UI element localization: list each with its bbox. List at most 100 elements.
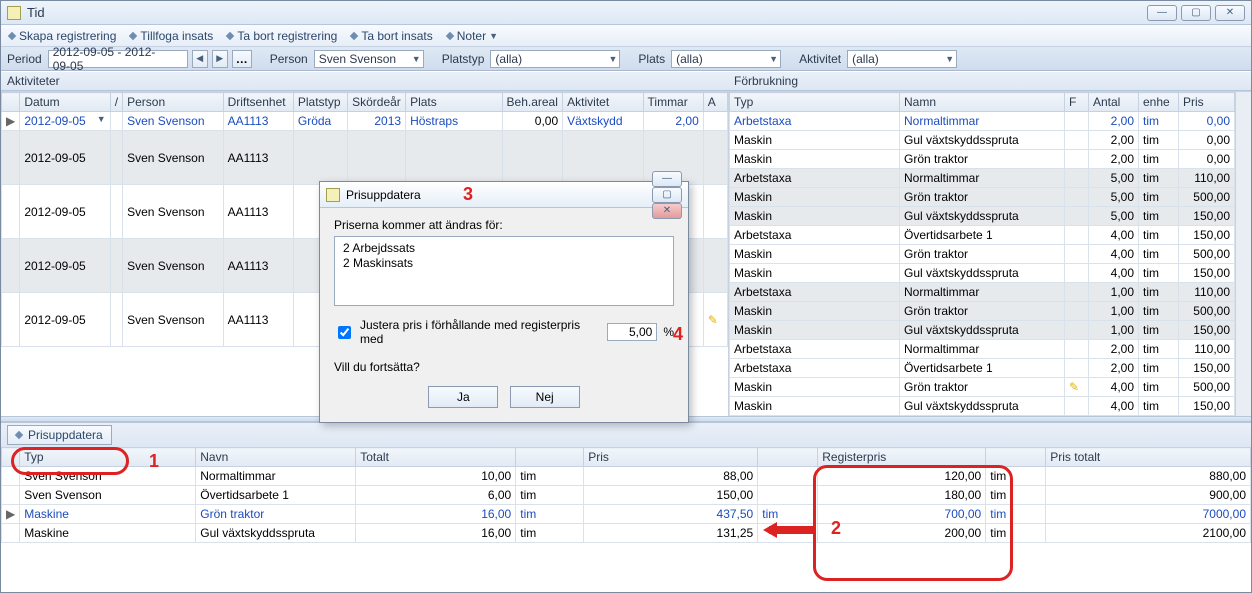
toolbar-skapa-registrering[interactable]: Skapa registrering <box>9 29 116 43</box>
left-section-header: Aktiviteter <box>1 71 728 91</box>
minimize-button[interactable]: — <box>1147 5 1177 21</box>
period-label: Period <box>7 52 42 66</box>
column-header[interactable]: Driftsenhet <box>223 93 293 112</box>
column-header[interactable]: Registerpris <box>818 448 986 467</box>
period-prev-button[interactable]: ◀ <box>192 50 208 68</box>
table-row[interactable]: ▶2012-09-05▼Sven SvensonAA1113Gröda2013H… <box>2 112 728 131</box>
list-item: 2 Arbejdssats <box>343 241 665 256</box>
column-header[interactable] <box>516 448 584 467</box>
prisuppdatera-button[interactable]: Prisuppdatera <box>7 425 112 445</box>
plats-field[interactable]: (alla)▼ <box>671 50 781 68</box>
platstyp-label: Platstyp <box>442 52 485 66</box>
table-row[interactable]: ArbetstaxaÖvertidsarbete 12,00tim150,00 <box>730 359 1235 378</box>
column-header[interactable]: Totalt <box>356 448 516 467</box>
column-header[interactable] <box>986 448 1046 467</box>
app-icon <box>7 6 21 20</box>
column-header[interactable]: Pris <box>584 448 758 467</box>
column-header[interactable]: Plats <box>406 93 502 112</box>
period-next-button[interactable]: ▶ <box>212 50 228 68</box>
column-header[interactable] <box>2 93 20 112</box>
table-row[interactable]: ▶MaskineGrön traktor16,00tim437,50tim700… <box>2 505 1251 524</box>
person-field[interactable]: Sven Svenson▼ <box>314 50 424 68</box>
column-header[interactable]: Beh.areal <box>502 93 563 112</box>
filter-bar: Period 2012-09-05 - 2012-09-05 ◀ ▶ … Per… <box>1 47 1251 71</box>
platstyp-field[interactable]: (alla)▼ <box>490 50 620 68</box>
column-header[interactable]: Pris <box>1179 93 1235 112</box>
table-row[interactable]: 2012-09-05Sven SvensonAA1113 <box>2 131 728 185</box>
column-header[interactable]: Navn <box>196 448 356 467</box>
column-header[interactable] <box>758 448 818 467</box>
column-header[interactable]: Aktivitet <box>563 93 643 112</box>
column-header[interactable]: Typ <box>20 448 196 467</box>
table-row[interactable]: Sven SvensonNormaltimmar10,00tim88,00120… <box>2 467 1251 486</box>
diamond-icon <box>8 31 16 39</box>
table-row[interactable]: MaskinGrön traktor✎4,00tim500,00 <box>730 378 1235 397</box>
table-row[interactable]: MaskinGul växtskyddsspruta5,00tim150,00 <box>730 207 1235 226</box>
dialog-items-list: 2 Arbejdssats 2 Maskinsats <box>334 236 674 306</box>
no-button[interactable]: Nej <box>510 386 580 408</box>
toolbar-ta-bort-registrering[interactable]: Ta bort registrering <box>227 29 337 43</box>
table-row[interactable]: Sven SvensonÖvertidsarbete 16,00tim150,0… <box>2 486 1251 505</box>
main-toolbar: Skapa registrering Tillfoga insats Ta bo… <box>1 25 1251 47</box>
table-row[interactable]: ArbetstaxaNormaltimmar5,00tim110,00 <box>730 169 1235 188</box>
consumption-grid[interactable]: TypNamnFAntalenhePris ArbetstaxaNormalti… <box>729 92 1235 416</box>
table-row[interactable]: MaskinGul växtskyddsspruta2,00tim0,00 <box>730 131 1235 150</box>
table-row[interactable]: ArbetstaxaNormaltimmar1,00tim110,00 <box>730 283 1235 302</box>
column-header[interactable]: Datum <box>20 93 110 112</box>
window-title: Tid <box>27 5 45 20</box>
toolbar-tillfoga-insats[interactable]: Tillfoga insats <box>130 29 213 43</box>
dialog-close-button[interactable]: ✕ <box>652 203 682 219</box>
app-window: Tid — ▢ ✕ Skapa registrering Tillfoga in… <box>0 0 1252 593</box>
period-field[interactable]: 2012-09-05 - 2012-09-05 <box>48 50 188 68</box>
column-header[interactable]: Namn <box>900 93 1065 112</box>
column-header[interactable]: enhe <box>1139 93 1179 112</box>
dialog-title: Prisuppdatera <box>346 188 421 202</box>
table-row[interactable]: MaskinGul växtskyddsspruta1,00tim150,00 <box>730 321 1235 340</box>
aktivitet-field[interactable]: (alla)▼ <box>847 50 957 68</box>
adjust-price-label: Justera pris i förhållande med registerp… <box>360 318 595 346</box>
percent-input[interactable] <box>607 323 657 341</box>
scrollbar[interactable] <box>1235 92 1251 416</box>
chevron-down-icon: ▼ <box>489 31 498 41</box>
table-row[interactable]: MaskinGrön traktor2,00tim0,00 <box>730 150 1235 169</box>
period-picker-button[interactable]: … <box>232 50 252 68</box>
dialog-icon <box>326 188 340 202</box>
table-row[interactable]: MaskineGul växtskyddsspruta16,00tim131,2… <box>2 524 1251 543</box>
table-row[interactable]: MaskinGrön traktor4,00tim500,00 <box>730 245 1235 264</box>
column-header[interactable]: Antal <box>1089 93 1139 112</box>
column-header[interactable]: Skördeår <box>348 93 406 112</box>
table-row[interactable]: ArbetstaxaNormaltimmar2,00tim0,00 <box>730 112 1235 131</box>
consumption-pane: TypNamnFAntalenhePris ArbetstaxaNormalti… <box>729 92 1251 416</box>
table-row[interactable]: MaskinGrön traktor1,00tim500,00 <box>730 302 1235 321</box>
column-header[interactable]: Timmar <box>643 93 703 112</box>
pencil-icon: ✎ <box>1069 380 1079 394</box>
adjust-price-checkbox[interactable] <box>338 326 351 339</box>
aktivitet-label: Aktivitet <box>799 52 841 66</box>
window-controls: — ▢ ✕ <box>1147 5 1245 21</box>
toolbar-noter[interactable]: Noter▼ <box>447 29 498 43</box>
column-header[interactable]: Person <box>123 93 223 112</box>
dialog-minimize-button[interactable]: — <box>652 171 682 187</box>
table-row[interactable]: ArbetstaxaNormaltimmar2,00tim110,00 <box>730 340 1235 359</box>
plats-label: Plats <box>638 52 665 66</box>
maximize-button[interactable]: ▢ <box>1181 5 1211 21</box>
table-row[interactable]: ArbetstaxaÖvertidsarbete 14,00tim150,00 <box>730 226 1235 245</box>
close-button[interactable]: ✕ <box>1215 5 1245 21</box>
table-row[interactable]: MaskinGul växtskyddsspruta4,00tim150,00 <box>730 397 1235 416</box>
yes-button[interactable]: Ja <box>428 386 498 408</box>
table-row[interactable]: MaskinGul växtskyddsspruta4,00tim150,00 <box>730 264 1235 283</box>
table-row[interactable]: MaskinGrön traktor5,00tim500,00 <box>730 188 1235 207</box>
column-header[interactable]: / <box>110 93 122 112</box>
column-header[interactable] <box>2 448 20 467</box>
person-label: Person <box>270 52 308 66</box>
chevron-down-icon: ▼ <box>769 54 778 64</box>
titlebar: Tid — ▢ ✕ <box>1 1 1251 25</box>
column-header[interactable]: Pris totalt <box>1046 448 1251 467</box>
toolbar-ta-bort-insats[interactable]: Ta bort insats <box>351 29 432 43</box>
column-header[interactable]: Platstyp <box>293 93 347 112</box>
column-header[interactable]: F <box>1065 93 1089 112</box>
summary-grid[interactable]: TypNavnTotalt Pris Registerpris Pris totalt… <box>1 447 1251 543</box>
column-header[interactable]: Typ <box>730 93 900 112</box>
column-header[interactable]: A <box>703 93 727 112</box>
dialog-maximize-button[interactable]: ▢ <box>652 187 682 203</box>
